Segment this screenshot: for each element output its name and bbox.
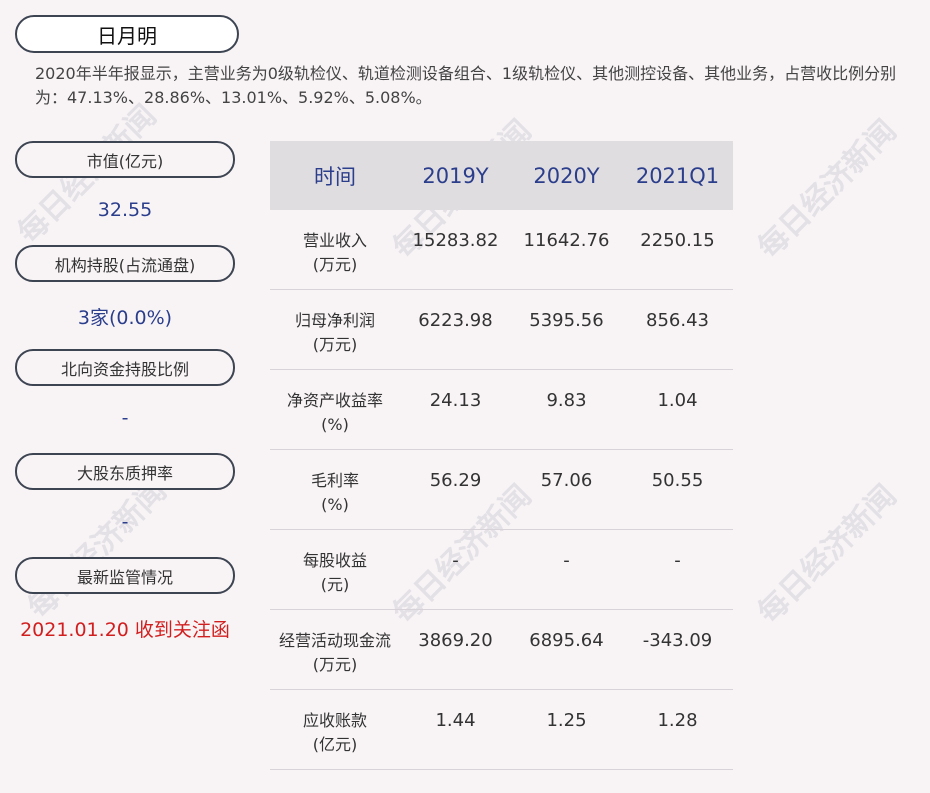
table-row: 经营活动现金流 (万元) 3869.20 6895.64 -343.09 [270, 610, 733, 690]
table-row: 营业收入 (万元) 15283.82 11642.76 2250.15 [270, 210, 733, 290]
cell-value: 1.44 [435, 710, 476, 731]
cell-value: -343.09 [642, 630, 713, 651]
table-row: 归母净利润 (万元) 6223.98 5395.56 856.43 [270, 290, 733, 370]
table-row: 每股收益 (元) - - - [270, 530, 733, 610]
northbound-holding-value: - [121, 407, 129, 429]
cell-value: 856.43 [646, 310, 709, 331]
row-label: 营业收入 (万元) [302, 231, 367, 274]
watermark: 每日经济新闻 [751, 113, 904, 266]
row-label: 毛利率 (%) [310, 471, 359, 514]
row-label: 归母净利润 (万元) [294, 311, 375, 354]
cell-value: 56.29 [429, 470, 482, 491]
header-2019y: 2019Y [422, 163, 489, 188]
watermark: 每日经济新闻 [751, 478, 904, 631]
cell-value: 6895.64 [529, 630, 604, 651]
cell-value: 11642.76 [523, 230, 610, 251]
institution-holding-value: 3家(0.0%) [77, 307, 173, 329]
cell-value: 9.83 [546, 390, 587, 411]
table-row: 应收账款 (亿元) 1.44 1.25 1.28 [270, 690, 733, 770]
pledge-rate-value: - [121, 511, 129, 533]
cell-value: 6223.98 [418, 310, 493, 331]
business-summary: 2020年半年报显示，主营业务为0级轨检仪、轨道检测设备组合、1级轨检仪、其他测… [35, 64, 897, 107]
watermark: 每日经济新闻 [21, 473, 174, 626]
row-label: 净资产收益率 (%) [286, 391, 383, 434]
market-cap-value: 32.55 [97, 199, 153, 221]
cell-value: - [674, 550, 681, 571]
header-time: 时间 [314, 164, 356, 189]
table-row: 毛利率 (%) 56.29 57.06 50.55 [270, 450, 733, 530]
company-name: 日月明 [15, 15, 239, 53]
cell-value: 15283.82 [412, 230, 499, 251]
cell-value: 3869.20 [418, 630, 493, 651]
header-2020y: 2020Y [533, 163, 600, 188]
northbound-holding-label: 北向资金持股比例 [15, 349, 235, 386]
cell-value: - [563, 550, 570, 571]
regulation-value: 2021.01.20 收到关注函 [20, 619, 230, 641]
table-row: 净资产收益率 (%) 24.13 9.83 1.04 [270, 370, 733, 450]
table-header: 时间 2019Y 2020Y 2021Q1 [270, 141, 733, 210]
cell-value: - [452, 550, 459, 571]
row-label: 应收账款 (亿元) [302, 711, 367, 754]
cell-value: 57.06 [540, 470, 593, 491]
cell-value: 1.28 [657, 710, 698, 731]
row-label: 每股收益 (元) [302, 551, 367, 594]
financial-table: 时间 2019Y 2020Y 2021Q1 营业收入 (万元) 15283.82 … [270, 141, 733, 770]
row-label: 经营活动现金流 (万元) [278, 631, 391, 674]
header-2021q1: 2021Q1 [635, 163, 720, 188]
cell-value: 24.13 [429, 390, 482, 411]
institution-holding-label: 机构持股(占流通盘) [15, 245, 235, 282]
cell-value: 1.25 [546, 710, 587, 731]
market-cap-label: 市值(亿元) [15, 141, 235, 178]
regulation-label: 最新监管情况 [15, 557, 235, 594]
cell-value: 2250.15 [640, 230, 715, 251]
cell-value: 1.04 [657, 390, 698, 411]
cell-value: 50.55 [651, 470, 704, 491]
cell-value: 5395.56 [529, 310, 604, 331]
pledge-rate-label: 大股东质押率 [15, 453, 235, 490]
